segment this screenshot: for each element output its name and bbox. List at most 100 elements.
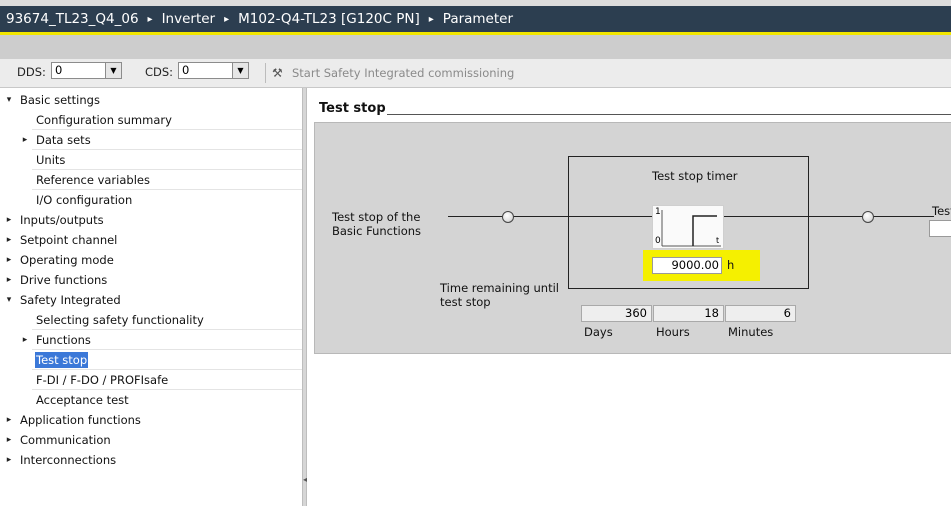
row-divider [32, 169, 302, 170]
nav-item-label: Setpoint channel [20, 233, 118, 247]
cds-select[interactable]: 0 ▼ [178, 62, 249, 79]
expand-arrow-icon[interactable]: ▸ [4, 210, 14, 230]
nav-item-label: Acceptance test [36, 393, 129, 407]
section-title-rule [387, 114, 951, 115]
nav-item-label: Drive functions [20, 273, 108, 287]
test-stop-timer-input[interactable]: 9000.00 [652, 257, 722, 274]
nav-item-drive-functions[interactable]: ▸ Drive functions [0, 270, 302, 290]
expand-arrow-icon[interactable]: ▸ [4, 430, 14, 450]
expand-arrow-icon[interactable]: ▸ [4, 410, 14, 430]
toolbar: DDS: 0 ▼ CDS: 0 ▼ ⚒ Start Safety Integra… [0, 59, 951, 88]
expand-arrow-icon[interactable]: ▸ [20, 330, 30, 350]
breadcrumb: 93674_TL23_Q4_06 ▸ Inverter ▸ M102-Q4-TL… [0, 6, 951, 32]
step-signal-icon: 1 0 t [652, 205, 724, 249]
nav-item-inputs-outputs[interactable]: ▸ Inputs/outputs [0, 210, 302, 230]
toolbar-separator [265, 63, 266, 83]
section-title: Test stop [319, 101, 386, 116]
expand-arrow-icon[interactable]: ▸ [4, 450, 14, 470]
breadcrumb-device[interactable]: Inverter [162, 11, 216, 27]
nav-item-label: Test stop [35, 352, 89, 368]
step-signal-graph [661, 210, 721, 247]
remaining-minutes-value: 6 [725, 305, 796, 322]
nav-item-data-sets[interactable]: ▸ Data sets [0, 130, 302, 150]
nav-item-units[interactable]: Units [0, 150, 302, 170]
start-safety-commissioning-label: Start Safety Integrated commissioning [292, 66, 515, 80]
test-stop-input-label: Test stop of the Basic Functions [332, 210, 422, 238]
nav-item-functions[interactable]: ▸ Functions [0, 330, 302, 350]
chevron-down-icon[interactable]: ▼ [232, 63, 248, 78]
nav-item-f-di-f-do-profisafe[interactable]: F-DI / F-DO / PROFIsafe [0, 370, 302, 390]
nav-item-io-configuration[interactable]: I/O configuration [0, 190, 302, 210]
start-safety-commissioning-button[interactable]: ⚒ Start Safety Integrated commissioning [272, 63, 514, 83]
output-connector-icon[interactable] [862, 211, 874, 223]
signal-time-label: t [716, 236, 720, 245]
nav-item-communication[interactable]: ▸ Communication [0, 430, 302, 450]
output-value-field[interactable] [929, 220, 951, 237]
nav-item-label: Configuration summary [36, 113, 172, 127]
nav-item-label: Application functions [20, 413, 141, 427]
remaining-hours-value: 18 [653, 305, 724, 322]
nav-item-test-stop[interactable]: Test stop [0, 350, 302, 370]
breadcrumb-separator-icon: ▸ [428, 13, 434, 25]
nav-item-label: Functions [36, 333, 91, 347]
nav-item-label: Selecting safety functionality [36, 313, 204, 327]
signal-low-label: 0 [655, 236, 661, 246]
tools-icon: ⚒ [272, 66, 283, 80]
nav-item-configuration-summary[interactable]: Configuration summary [0, 110, 302, 130]
timer-title: Test stop timer [652, 169, 738, 183]
nav-item-label: Data sets [36, 133, 91, 147]
nav-item-label: Units [36, 153, 66, 167]
dds-value: 0 [55, 63, 63, 77]
input-connector-icon[interactable] [502, 211, 514, 223]
nav-item-setpoint-channel[interactable]: ▸ Setpoint channel [0, 230, 302, 250]
nav-item-label: F-DI / F-DO / PROFIsafe [36, 373, 169, 387]
row-divider [32, 369, 302, 370]
nav-item-label: Interconnections [20, 453, 117, 467]
nav-item-reference-variables[interactable]: Reference variables [0, 170, 302, 190]
expand-arrow-icon[interactable]: ▸ [4, 250, 14, 270]
output-label: Test [932, 204, 951, 218]
breadcrumb-separator-icon: ▸ [224, 13, 230, 25]
test-stop-diagram: Test stop of the Basic Functions Test st… [314, 122, 951, 354]
chevron-down-icon[interactable]: ▼ [105, 63, 121, 78]
dds-select[interactable]: 0 ▼ [51, 62, 122, 79]
nav-item-label: I/O configuration [36, 193, 133, 207]
cds-label: CDS: [145, 65, 174, 79]
dds-label: DDS: [17, 65, 46, 79]
remaining-minutes-unit: Minutes [728, 325, 774, 339]
row-divider [32, 389, 302, 390]
remaining-days-unit: Days [584, 325, 613, 339]
row-divider [32, 349, 302, 350]
row-divider [32, 329, 302, 330]
parameter-navigation-tree: ▾ Basic settings Configuration summary ▸… [0, 88, 302, 506]
nav-item-application-functions[interactable]: ▸ Application functions [0, 410, 302, 430]
row-divider [32, 129, 302, 130]
remaining-hours-unit: Hours [656, 325, 690, 339]
nav-item-label: Inputs/outputs [20, 213, 104, 227]
time-remaining-label: Time remaining until test stop [440, 281, 559, 309]
expand-arrow-icon[interactable]: ▸ [20, 130, 30, 150]
nav-item-label: Communication [20, 433, 111, 447]
nav-item-operating-mode[interactable]: ▸ Operating mode [0, 250, 302, 270]
expand-arrow-icon[interactable]: ▸ [4, 230, 14, 250]
tab-strip [0, 35, 951, 59]
expand-arrow-icon[interactable]: ▾ [4, 90, 14, 110]
row-divider [32, 149, 302, 150]
parameter-editor: Test stop Test stop of the Basic Functio… [307, 88, 951, 506]
breadcrumb-project[interactable]: 93674_TL23_Q4_06 [6, 11, 139, 27]
nav-item-label: Operating mode [20, 253, 114, 267]
expand-arrow-icon[interactable]: ▾ [4, 290, 14, 310]
breadcrumb-separator-icon: ▸ [147, 13, 153, 25]
nav-item-safety-integrated[interactable]: ▾ Safety Integrated [0, 290, 302, 310]
nav-item-label: Basic settings [20, 93, 100, 107]
nav-item-basic-settings[interactable]: ▾ Basic settings [0, 90, 302, 110]
timer-unit: h [727, 258, 735, 272]
nav-item-selecting-safety-functionality[interactable]: Selecting safety functionality [0, 310, 302, 330]
remaining-days-value: 360 [581, 305, 652, 322]
nav-item-label: Reference variables [36, 173, 150, 187]
expand-arrow-icon[interactable]: ▸ [4, 270, 14, 290]
breadcrumb-parameter[interactable]: Parameter [443, 11, 513, 27]
nav-item-acceptance-test[interactable]: Acceptance test [0, 390, 302, 410]
nav-item-interconnections[interactable]: ▸ Interconnections [0, 450, 302, 470]
breadcrumb-drive[interactable]: M102-Q4-TL23 [G120C PN] [238, 11, 420, 27]
